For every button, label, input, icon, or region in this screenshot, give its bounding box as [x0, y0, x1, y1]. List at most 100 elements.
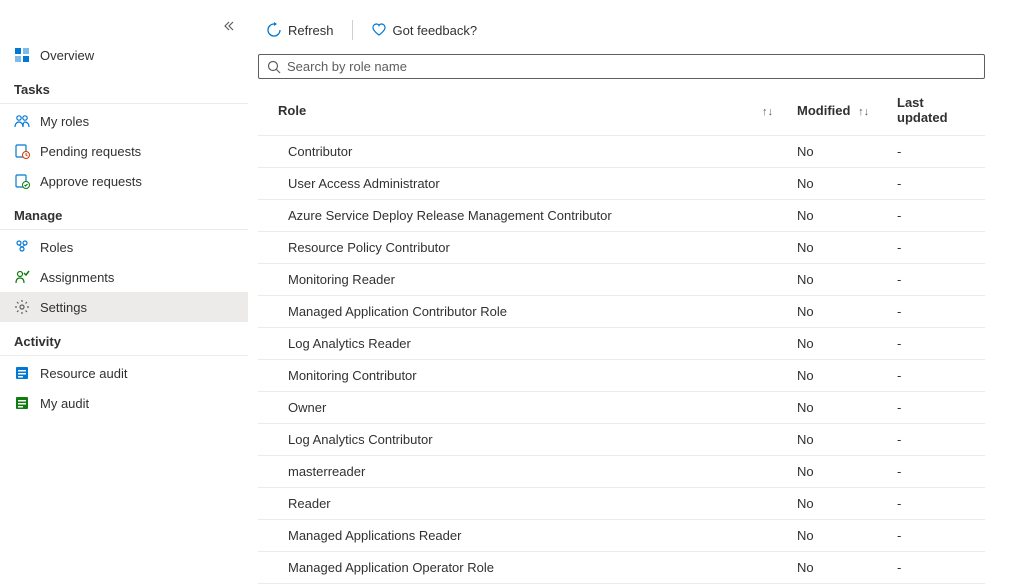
- sort-icon: ↑↓: [762, 106, 773, 118]
- refresh-icon: [266, 22, 282, 38]
- cell-modified: No: [785, 552, 885, 584]
- cell-last-updated: -: [885, 424, 985, 456]
- collapse-sidebar-button[interactable]: [222, 20, 234, 32]
- cell-role: Owner: [258, 392, 785, 424]
- sidebar-item-label: Overview: [40, 48, 94, 63]
- sidebar-item-label: Roles: [40, 240, 73, 255]
- refresh-label: Refresh: [288, 23, 334, 38]
- main-content: Refresh Got feedback? Role ↑↓: [248, 0, 1011, 587]
- table-row[interactable]: ContributorNo-: [258, 136, 985, 168]
- sidebar-item-my-roles[interactable]: My roles: [0, 106, 248, 136]
- sidebar-item-settings[interactable]: Settings: [0, 292, 248, 322]
- table-row[interactable]: Managed Application Contributor RoleNo-: [258, 296, 985, 328]
- cell-last-updated: -: [885, 456, 985, 488]
- cell-role: Resource Policy Contributor: [258, 232, 785, 264]
- nav-section-header: Activity: [0, 326, 248, 356]
- sidebar-item-overview[interactable]: Overview: [0, 40, 248, 70]
- feedback-label: Got feedback?: [393, 23, 478, 38]
- sidebar-item-label: My roles: [40, 114, 89, 129]
- cell-modified: No: [785, 424, 885, 456]
- table-row[interactable]: OwnerNo-: [258, 392, 985, 424]
- sidebar-item-my-audit[interactable]: My audit: [0, 388, 248, 418]
- roles-icon: [14, 239, 30, 255]
- header-role[interactable]: Role: [258, 87, 746, 136]
- assignments-icon: [14, 269, 30, 285]
- table-row[interactable]: Log Analytics ContributorNo-: [258, 424, 985, 456]
- cell-role: Log Analytics Reader: [258, 328, 785, 360]
- cell-last-updated: -: [885, 552, 985, 584]
- cell-last-updated: -: [885, 488, 985, 520]
- cell-modified: No: [785, 200, 885, 232]
- cell-last-updated: -: [885, 168, 985, 200]
- table-row[interactable]: masterreaderNo-: [258, 456, 985, 488]
- table-row[interactable]: Azure Service Deploy Release Management …: [258, 200, 985, 232]
- cell-role: Reader: [258, 488, 785, 520]
- table-row[interactable]: Monitoring ReaderNo-: [258, 264, 985, 296]
- approve-icon: [14, 173, 30, 189]
- cell-modified: No: [785, 456, 885, 488]
- table-row[interactable]: User Access AdministratorNo-: [258, 168, 985, 200]
- nav-section: Activity Resource audit My audit: [0, 326, 248, 422]
- cell-role: Managed Application Contributor Role: [258, 296, 785, 328]
- header-role-sort[interactable]: ↑↓: [746, 87, 785, 136]
- cell-role: User Access Administrator: [258, 168, 785, 200]
- nav-section: Tasks My roles Pending requests Approve req…: [0, 74, 248, 200]
- sidebar-item-label: Resource audit: [40, 366, 127, 381]
- cell-last-updated: -: [885, 232, 985, 264]
- cell-modified: No: [785, 328, 885, 360]
- sort-icon: ↑↓: [858, 106, 869, 118]
- sidebar-item-label: Assignments: [40, 270, 114, 285]
- cell-last-updated: -: [885, 296, 985, 328]
- sidebar-item-label: My audit: [40, 396, 89, 411]
- cell-role: masterreader: [258, 456, 785, 488]
- header-modified[interactable]: Modified ↑↓: [785, 87, 885, 136]
- cell-modified: No: [785, 232, 885, 264]
- sidebar-item-pending-requests[interactable]: Pending requests: [0, 136, 248, 166]
- cell-modified: No: [785, 168, 885, 200]
- overview-icon: [14, 47, 30, 63]
- toolbar: Refresh Got feedback?: [258, 18, 985, 54]
- cell-role: Log Analytics Contributor: [258, 424, 785, 456]
- cell-modified: No: [785, 392, 885, 424]
- cell-role: Managed Applications Reader: [258, 520, 785, 552]
- cell-last-updated: -: [885, 328, 985, 360]
- table-row[interactable]: Monitoring ContributorNo-: [258, 360, 985, 392]
- cell-modified: No: [785, 296, 885, 328]
- header-last-updated[interactable]: Last updated: [885, 87, 985, 136]
- cell-last-updated: -: [885, 200, 985, 232]
- heart-icon: [371, 22, 387, 38]
- cell-modified: No: [785, 360, 885, 392]
- table-row[interactable]: Resource Policy ContributorNo-: [258, 232, 985, 264]
- table-row[interactable]: ReaderNo-: [258, 488, 985, 520]
- cell-last-updated: -: [885, 136, 985, 168]
- sidebar-item-label: Settings: [40, 300, 87, 315]
- refresh-button[interactable]: Refresh: [258, 18, 342, 42]
- cell-modified: No: [785, 136, 885, 168]
- sidebar-item-resource-audit[interactable]: Resource audit: [0, 358, 248, 388]
- sidebar-item-approve-requests[interactable]: Approve requests: [0, 166, 248, 196]
- search-input[interactable]: [287, 59, 976, 74]
- cell-modified: No: [785, 520, 885, 552]
- table-row[interactable]: Managed Application Operator RoleNo-: [258, 552, 985, 584]
- sidebar-item-roles[interactable]: Roles: [0, 232, 248, 262]
- nav-section: Manage Roles Assignments Settings: [0, 200, 248, 326]
- sidebar: Overview Tasks My roles Pending requests Ap…: [0, 0, 248, 587]
- feedback-button[interactable]: Got feedback?: [363, 18, 486, 42]
- user-roles-icon: [14, 113, 30, 129]
- cell-role: Monitoring Contributor: [258, 360, 785, 392]
- my-audit-icon: [14, 395, 30, 411]
- cell-role: Managed Application Operator Role: [258, 552, 785, 584]
- roles-table: Role ↑↓ Modified ↑↓ Last updated Contrib…: [258, 87, 985, 584]
- nav-section-header: Manage: [0, 200, 248, 230]
- cell-role: Azure Service Deploy Release Management …: [258, 200, 785, 232]
- cell-role: Contributor: [258, 136, 785, 168]
- table-row[interactable]: Log Analytics ReaderNo-: [258, 328, 985, 360]
- table-header-row: Role ↑↓ Modified ↑↓ Last updated: [258, 87, 985, 136]
- sidebar-item-assignments[interactable]: Assignments: [0, 262, 248, 292]
- sidebar-item-label: Approve requests: [40, 174, 142, 189]
- table-row[interactable]: Managed Applications ReaderNo-: [258, 520, 985, 552]
- nav-section-header: Tasks: [0, 74, 248, 104]
- nav-overview-section: Overview: [0, 40, 248, 74]
- settings-icon: [14, 299, 30, 315]
- pending-icon: [14, 143, 30, 159]
